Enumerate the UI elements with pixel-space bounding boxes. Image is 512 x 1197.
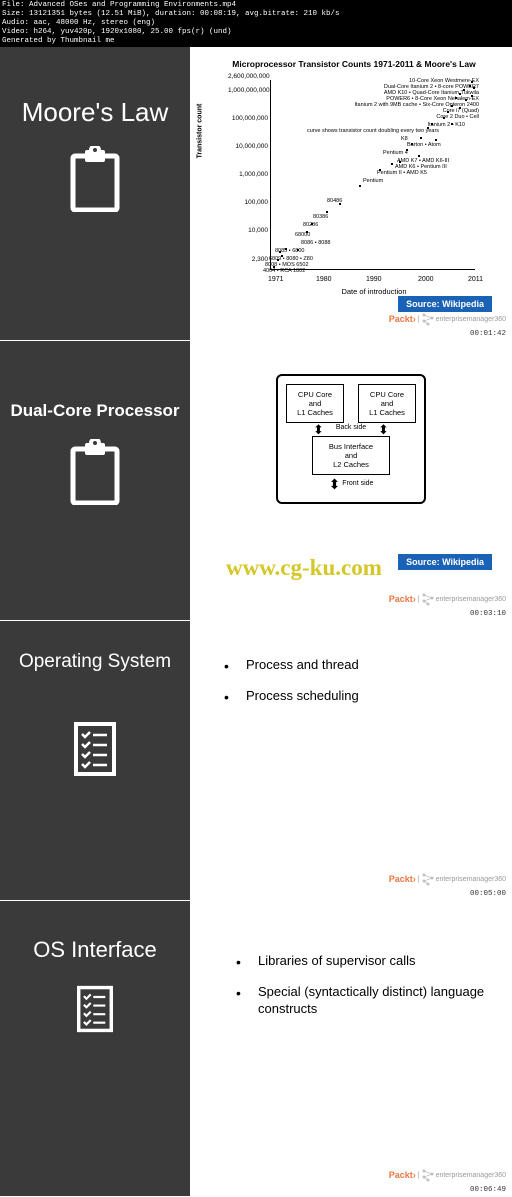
source-badge: Source: Wikipedia [398,554,492,570]
bullet-item: Special (syntactically distinct) languag… [236,984,490,1018]
core-box-left: CPU Core and L1 Caches [286,384,344,423]
slide-operating-system: Operating System Process and thread Proc… [0,621,512,901]
brand-footer: Packt› | enterprisemanager360 [389,872,506,886]
bullet-item: Libraries of supervisor calls [236,953,490,970]
slide-title: Dual-Core Processor [10,401,179,421]
clipboard-icon [67,439,123,510]
brand-footer: Packt› | enterprisemanager360 [389,312,506,326]
main-content: Process and thread Process scheduling Pa… [190,621,512,900]
sidebar: OS Interface [0,901,190,1196]
bullet-item: Process and thread [224,657,490,674]
main-content: www.cg-ku.com CPU Core and L1 Caches CPU… [190,341,512,620]
y-axis-label: Transistor count [197,104,204,159]
slide-title: Moore's Law [22,97,169,128]
slide-moores-law: Moore's Law Microprocessor Transistor Co… [0,47,512,341]
timestamp: 00:05:00 [470,890,506,898]
bullet-item: Process scheduling [224,688,490,705]
bus-box: Bus Interface and L2 Caches [312,436,390,475]
bullet-list: Libraries of supervisor calls Special (s… [200,909,502,1018]
chart-title: Microprocessor Transistor Counts 1971-20… [206,59,502,69]
timestamp: 00:06:49 [470,1186,506,1194]
source-badge: Source: Wikipedia [398,296,492,312]
bullet-list: Process and thread Process scheduling [200,629,502,705]
slide-title: OS Interface [33,937,157,963]
brand-footer: Packt› | enterprisemanager360 [389,592,506,606]
slide-os-interface: OS Interface Libraries of supervisor cal… [0,901,512,1197]
brand-footer: Packt› | enterprisemanager360 [389,1168,506,1182]
checklist-icon [73,721,117,782]
main-content: Libraries of supervisor calls Special (s… [190,901,512,1196]
main-content: Microprocessor Transistor Counts 1971-20… [190,47,512,340]
sidebar: Moore's Law [0,47,190,340]
timestamp: 00:03:10 [470,610,506,618]
media-info-block: File: Advanced OSes and Programming Envi… [0,0,512,47]
core-box-right: CPU Core and L1 Caches [358,384,416,423]
watermark: www.cg-ku.com [226,555,382,581]
sidebar: Dual-Core Processor [0,341,190,620]
checklist-icon [76,981,114,1038]
clipboard-icon [67,146,123,217]
cpu-diagram: CPU Core and L1 Caches CPU Core and L1 C… [276,374,426,504]
timestamp: 00:01:42 [470,330,506,338]
slide-dual-core: Dual-Core Processor www.cg-ku.com CPU Co… [0,341,512,621]
transistor-chart: Transistor count 2,600,000,000 1,000,000… [206,75,486,275]
slide-title: Operating System [19,651,171,673]
sidebar: Operating System [0,621,190,900]
